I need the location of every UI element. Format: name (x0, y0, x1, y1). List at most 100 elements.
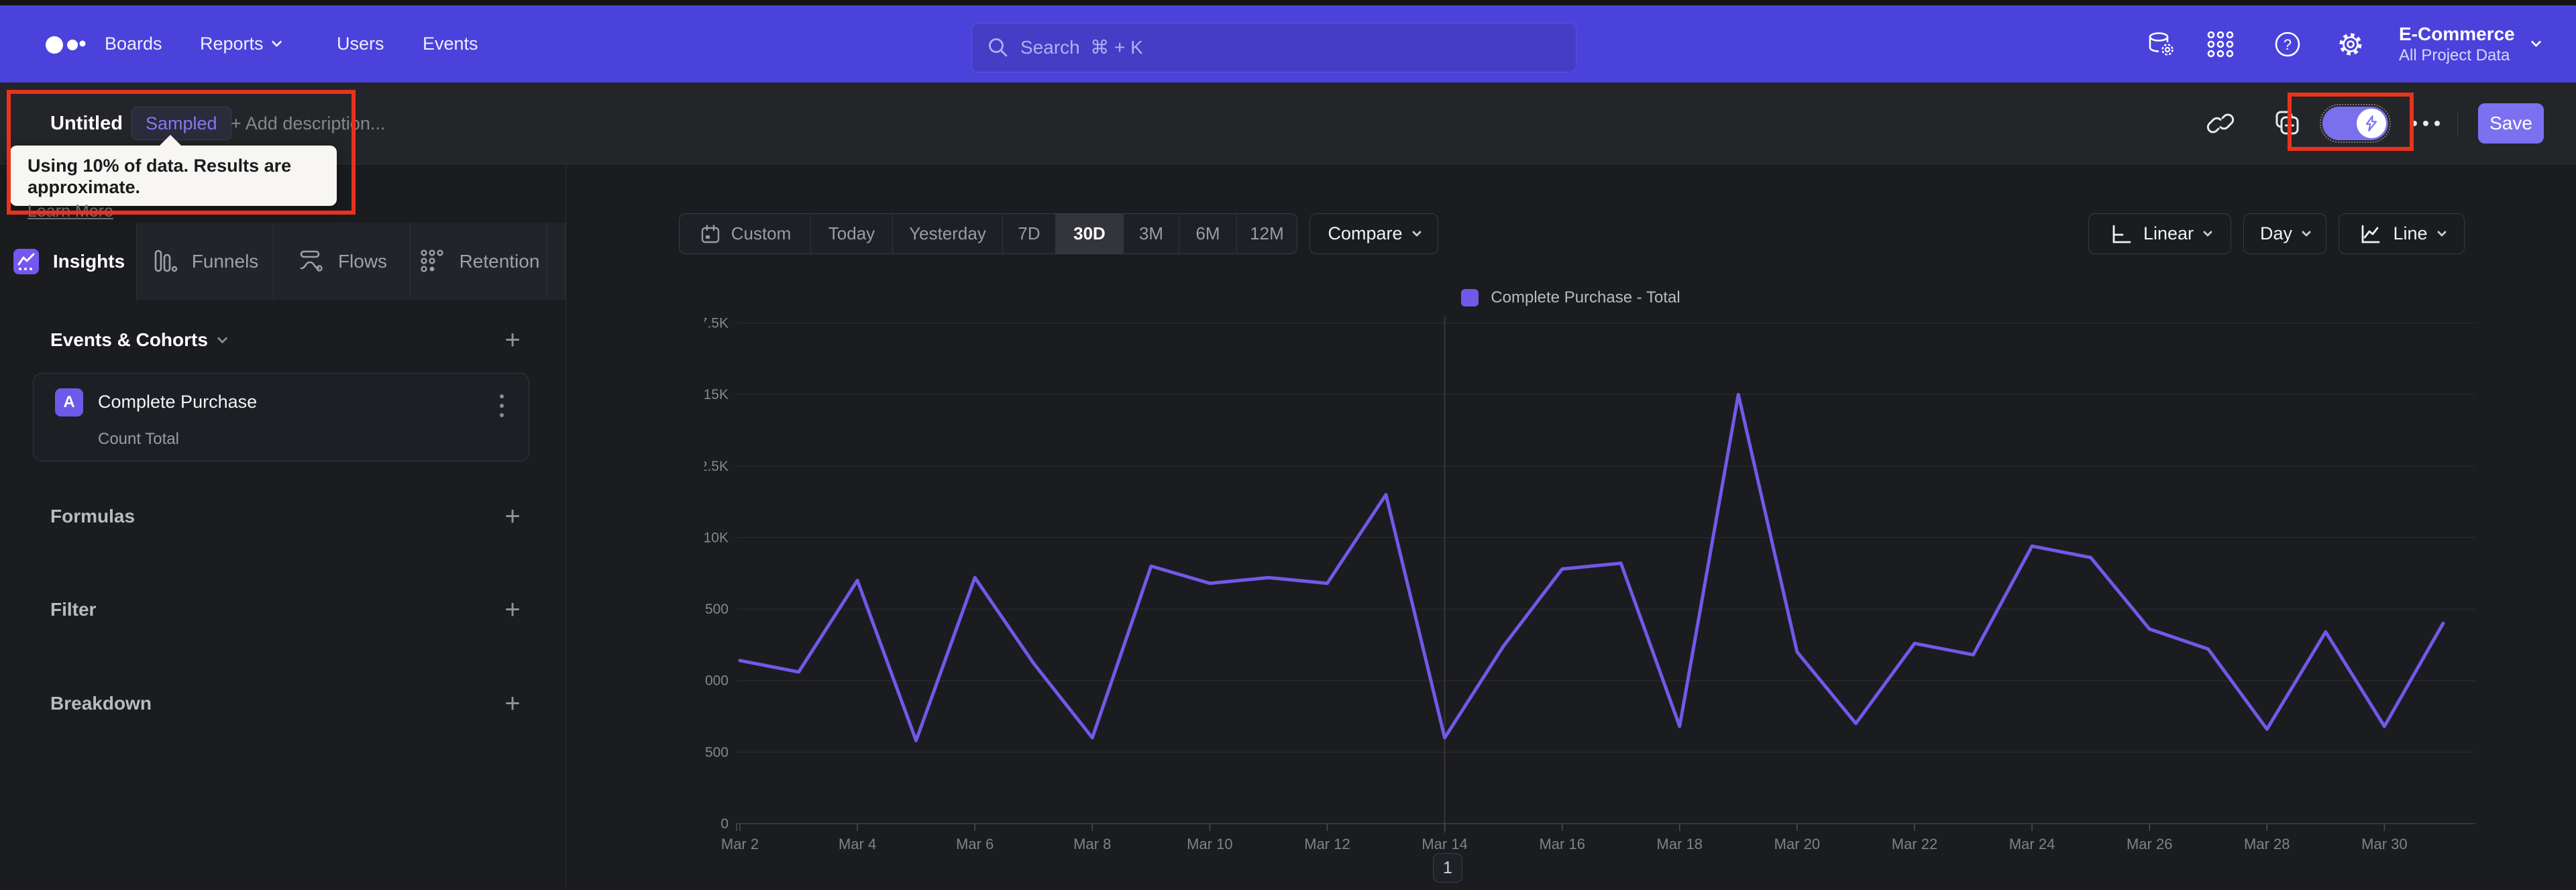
copy-link-icon[interactable] (2204, 107, 2237, 140)
svg-text:2,500: 2,500 (704, 744, 729, 760)
button-label: Linear (2143, 223, 2194, 243)
svg-text:Mar 30: Mar 30 (2361, 836, 2407, 852)
toolbar-divider (2457, 112, 2458, 136)
svg-text:17.5K: 17.5K (704, 316, 729, 331)
project-scope: All Project Data (2399, 46, 2510, 64)
add-breakdown-button[interactable]: + (496, 687, 529, 720)
range-7d[interactable]: 7D (1003, 214, 1056, 254)
save-button[interactable]: Save (2478, 103, 2544, 144)
tab-label: Flows (337, 250, 388, 272)
range-3m[interactable]: 3M (1124, 214, 1179, 254)
axis-scale-dropdown[interactable]: Linear (2088, 213, 2231, 254)
svg-text:Mar 4: Mar 4 (839, 836, 876, 852)
search-input[interactable] (1020, 37, 1561, 58)
nav-item-reports[interactable]: Reports (200, 5, 282, 82)
section-label: Events & Cohorts (50, 329, 208, 350)
tooltip-text: Using 10% of data. Results are approxima… (28, 156, 292, 198)
breakdown-section: Breakdown + (50, 687, 529, 720)
chevron-down-icon (1411, 227, 1421, 237)
retention-dots-icon (418, 247, 447, 276)
svg-text:12.5K: 12.5K (704, 459, 729, 474)
svg-text:15K: 15K (704, 387, 729, 402)
chevron-down-icon (2301, 227, 2312, 237)
duplicate-report-icon[interactable] (2269, 107, 2303, 140)
funnels-bars-icon (152, 247, 180, 276)
mixpanel-logo-icon[interactable] (38, 31, 98, 59)
button-label: Day (2259, 223, 2292, 243)
tab-flows[interactable]: Flows (274, 223, 411, 300)
event-options-kebab-icon[interactable] (490, 390, 514, 422)
range-custom[interactable]: Custom (680, 214, 811, 254)
project-name: E-Commerce (2399, 23, 2515, 44)
range-label: Custom (731, 223, 792, 243)
window-top-strip (0, 0, 2576, 5)
report-tabs: Insights Funnels Flows Retention (0, 223, 566, 300)
nav-item-users[interactable]: Users (337, 5, 384, 82)
linear-axis-icon (2112, 225, 2131, 243)
chevron-down-icon (2530, 36, 2542, 48)
svg-text:Mar 8: Mar 8 (1073, 836, 1111, 852)
project-switcher[interactable]: E-Commerce All Project Data (2399, 5, 2542, 82)
chevron-down-icon (217, 333, 228, 343)
add-formula-button[interactable]: + (496, 500, 529, 533)
events-cohorts-header[interactable]: Events & Cohorts + (50, 323, 529, 357)
apps-grid-icon[interactable] (2206, 5, 2235, 82)
tab-funnels[interactable]: Funnels (137, 223, 274, 300)
range-today[interactable]: Today (811, 214, 893, 254)
range-yesterday[interactable]: Yesterday (893, 214, 1003, 254)
tooltip-learn-more-link[interactable]: Learn More (28, 202, 113, 221)
button-label: Compare (1328, 223, 1403, 243)
calendar-icon (701, 224, 719, 243)
svg-text:Mar 22: Mar 22 (1892, 836, 1937, 852)
svg-text:Mar 24: Mar 24 (2009, 836, 2055, 852)
svg-text:?: ? (2284, 36, 2292, 53)
nav-item-events[interactable]: Events (423, 5, 478, 82)
event-name: Complete Purchase (98, 392, 258, 412)
date-range-control: Custom Today Yesterday 7D 30D 3M 6M 12M (679, 213, 1297, 254)
svg-text:Mar 2: Mar 2 (721, 836, 759, 852)
pagination-page-1[interactable]: 1 (1433, 853, 1462, 883)
svg-text:Mar 10: Mar 10 (1187, 836, 1232, 852)
more-options-icon[interactable] (2407, 107, 2445, 140)
event-series-badge: A (55, 388, 83, 416)
line-chart-icon (2362, 225, 2380, 243)
global-search[interactable] (971, 23, 1576, 72)
data-management-icon[interactable] (2145, 5, 2176, 82)
event-metric[interactable]: Count Total (98, 430, 179, 449)
nav-label: Boards (105, 34, 162, 54)
range-12m[interactable]: 12M (1237, 214, 1297, 254)
tab-retention[interactable]: Retention (411, 223, 547, 300)
svg-text:Mar 6: Mar 6 (956, 836, 994, 852)
add-filter-button[interactable]: + (496, 593, 529, 626)
lightning-bolt-icon (2365, 115, 2377, 131)
range-30d[interactable]: 30D (1056, 214, 1124, 254)
compare-button[interactable]: Compare (1309, 213, 1438, 254)
tab-label: Retention (459, 250, 540, 272)
range-6m[interactable]: 6M (1179, 214, 1237, 254)
svg-text:Mar 14: Mar 14 (1421, 836, 1467, 852)
chevron-down-icon (2202, 227, 2213, 237)
add-event-button[interactable]: + (496, 323, 529, 357)
event-card-complete-purchase[interactable]: A Complete Purchase Count Total (33, 373, 529, 461)
flows-icon (297, 247, 326, 276)
svg-text:Mar 20: Mar 20 (1774, 836, 1820, 852)
help-icon[interactable]: ? (2273, 5, 2302, 82)
tab-insights[interactable]: Insights (0, 223, 137, 300)
section-label: Breakdown (50, 693, 152, 714)
interval-dropdown[interactable]: Day (2243, 213, 2326, 254)
sampling-toggle[interactable] (2320, 104, 2391, 143)
nav-item-boards[interactable]: Boards (105, 5, 162, 82)
nav-label: Events (423, 34, 478, 54)
nav-label: Users (337, 34, 384, 54)
nav-label: Reports (200, 34, 264, 54)
formulas-section: Formulas + (50, 500, 529, 533)
chevron-down-icon (2436, 227, 2447, 237)
svg-text:Mar 12: Mar 12 (1304, 836, 1350, 852)
filter-section: Filter + (50, 593, 529, 626)
toggle-knob (2357, 109, 2386, 138)
settings-gear-icon[interactable] (2336, 5, 2365, 82)
svg-text:Mar 18: Mar 18 (1657, 836, 1703, 852)
chart-type-dropdown[interactable]: Line (2339, 213, 2465, 254)
section-label: Formulas (50, 506, 136, 526)
svg-text:Mar 16: Mar 16 (1539, 836, 1585, 852)
